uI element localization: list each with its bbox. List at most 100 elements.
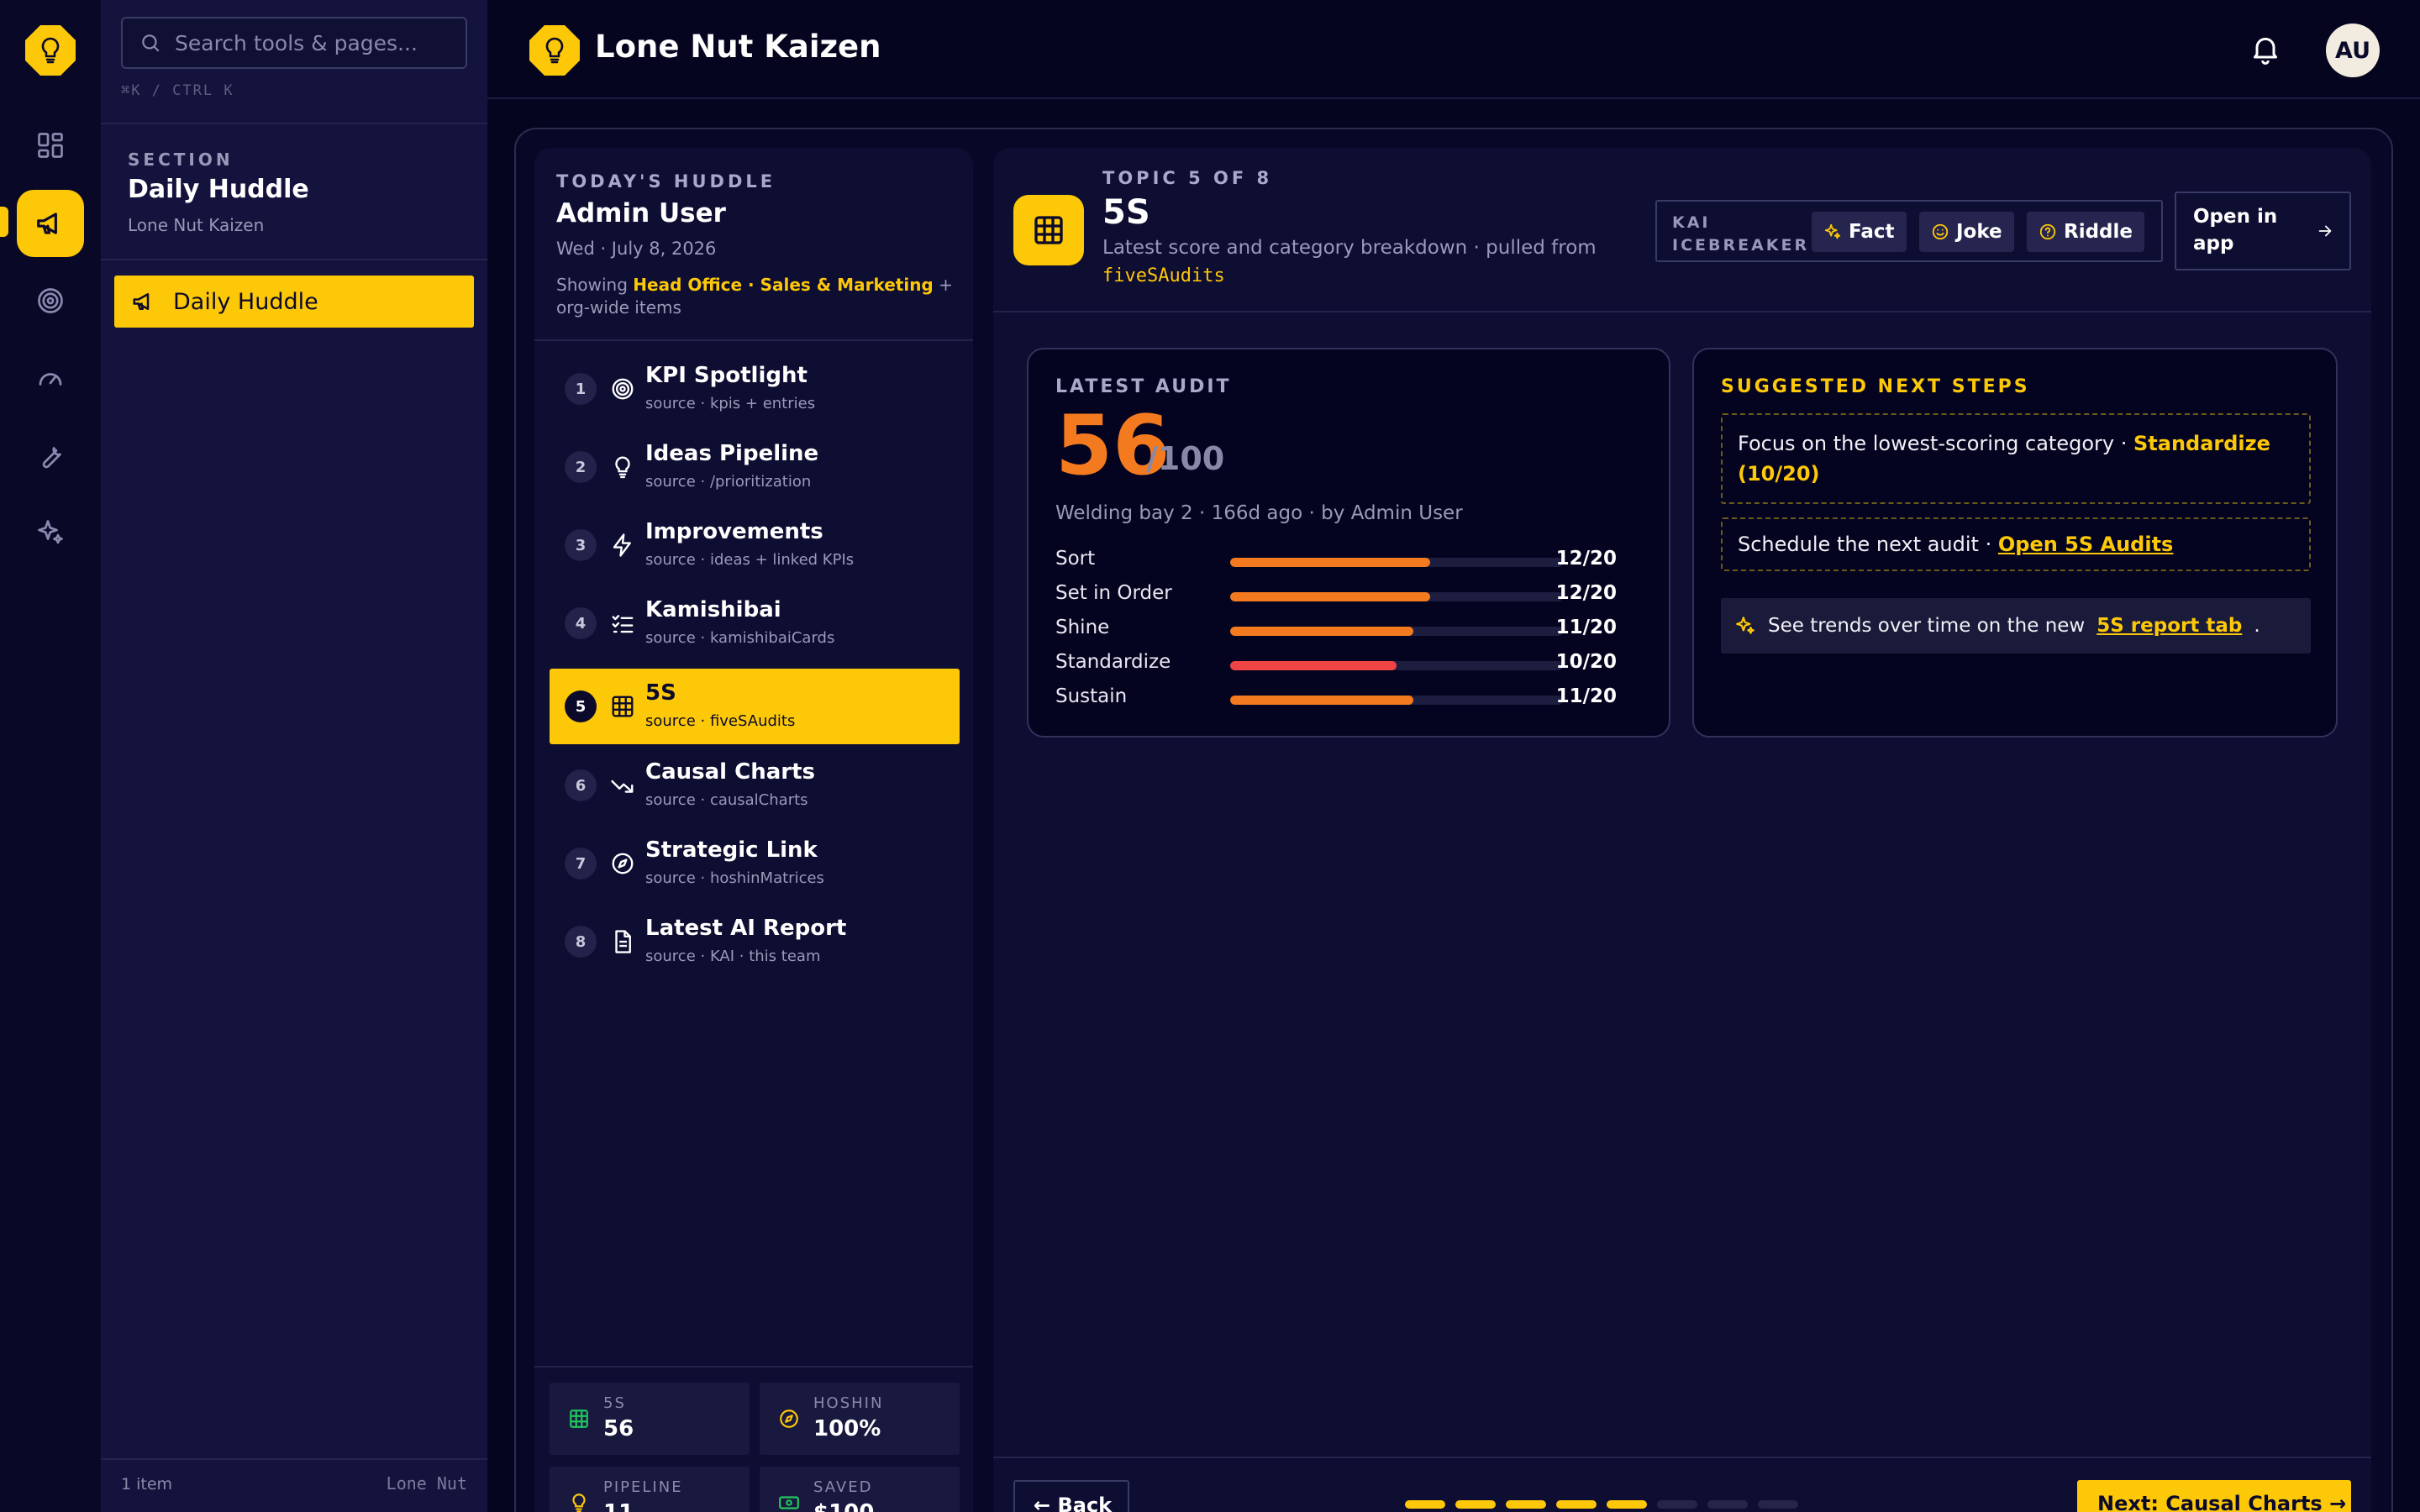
topic-title: Strategic Link <box>645 837 818 863</box>
dashboard-nav-button[interactable] <box>17 112 84 179</box>
cash-icon <box>779 1496 799 1509</box>
topic-description: Latest score and category breakdown · pu… <box>1102 237 1597 259</box>
avatar[interactable]: AU <box>2326 24 2380 77</box>
divider <box>534 339 973 341</box>
grid-icon <box>570 1410 588 1428</box>
notifications-button[interactable] <box>2249 32 2282 66</box>
open-5s-audits-link[interactable]: Open 5S Audits <box>1998 533 2173 556</box>
next-topic-button[interactable]: Next: Causal Charts → <box>2077 1480 2351 1512</box>
trend-down-icon <box>611 780 634 793</box>
active-indicator <box>0 207 8 237</box>
ai-nav-button[interactable] <box>17 499 84 566</box>
tools-nav-button[interactable] <box>17 422 84 489</box>
topic-title: 5S <box>645 680 676 706</box>
targets-nav-button[interactable] <box>17 267 84 334</box>
fact-button[interactable]: Fact <box>1812 212 1907 252</box>
search-icon <box>142 34 160 52</box>
5s-report-tab-link[interactable]: 5S report tab <box>2096 615 2242 637</box>
smile-icon <box>1932 223 1949 240</box>
category-bar-fill <box>1230 592 1430 601</box>
divider <box>993 311 2371 312</box>
category-bar-fill <box>1230 558 1430 567</box>
grid-icon <box>612 696 634 717</box>
progress-dot[interactable] <box>1707 1500 1748 1509</box>
standardize-link[interactable]: Standardize <box>2133 432 2270 455</box>
question-icon <box>2039 223 2056 240</box>
search-input[interactable]: Search tools & pages... <box>175 31 418 55</box>
progress-dot[interactable] <box>1758 1500 1798 1509</box>
topic-item-ideas-pipeline[interactable]: 2 Ideas Pipeline source · /prioritizatio… <box>550 429 960 505</box>
sparkle-icon <box>1736 617 1754 634</box>
compass-icon <box>780 1410 798 1428</box>
sidebar: Search tools & pages... ⌘K / CTRL K SECT… <box>101 0 487 1512</box>
category-value: 12/20 <box>1555 582 1617 604</box>
topic-number: 5 <box>565 690 597 722</box>
trend-hint: See trends over time on the new 5S repor… <box>1721 598 2311 654</box>
category-bar-fill <box>1230 696 1413 705</box>
stat-card-5s: 5S 56 <box>550 1383 750 1455</box>
progress-dot[interactable] <box>1405 1500 1445 1509</box>
progress-dot[interactable] <box>1556 1500 1597 1509</box>
gauge-nav-button[interactable] <box>17 344 84 412</box>
progress-dot[interactable] <box>1506 1500 1546 1509</box>
topic-number: 1 <box>565 373 597 405</box>
topic-source: source · kpis + entries <box>645 395 816 412</box>
sidebar-item-daily-huddle[interactable]: Daily Huddle <box>114 276 474 328</box>
megaphone-icon <box>37 213 57 234</box>
stat-label: SAVED <box>813 1478 873 1496</box>
search-box[interactable]: Search tools & pages... <box>121 17 467 69</box>
section-label: SECTION <box>128 150 234 170</box>
joke-button[interactable]: Joke <box>1919 212 2014 252</box>
category-row-shine: Shine 11/20 <box>1055 617 1644 643</box>
topic-item-improvements[interactable]: 3 Improvements source · ideas + linked K… <box>550 507 960 583</box>
huddle-nav-button[interactable] <box>17 190 84 257</box>
category-bar-track <box>1230 558 1563 567</box>
riddle-button[interactable]: Riddle <box>2027 212 2145 252</box>
bell-icon <box>2254 37 2277 65</box>
latest-audit-card: LATEST AUDIT 56 /100 Welding bay 2 · 166… <box>1027 348 1670 738</box>
topic-title: Latest AI Report <box>645 916 847 941</box>
sparkle-icon <box>1824 223 1841 239</box>
progress-dot[interactable] <box>1657 1500 1697 1509</box>
category-row-sort: Sort 12/20 <box>1055 548 1644 575</box>
stat-label: HOSHIN <box>813 1394 884 1412</box>
riddle-button-label: Riddle <box>2064 221 2133 243</box>
topic-item-kpi-spotlight[interactable]: 1 KPI Spotlight source · kpis + entries <box>550 351 960 427</box>
topic-item-5s[interactable]: 5 5S source · fiveSAudits <box>550 669 960 744</box>
sidebar-footer-count: 1 item <box>121 1475 173 1494</box>
topic-number: 7 <box>565 848 597 879</box>
logo-icon[interactable] <box>25 25 76 76</box>
progress-dot[interactable] <box>1455 1500 1496 1509</box>
topic-item-kamishibai[interactable]: 4 Kamishibai source · kamishibaiCards <box>550 585 960 661</box>
open-in-app-button[interactable]: Open in app <box>2175 192 2351 270</box>
stat-value: 56 <box>603 1416 634 1441</box>
divider <box>101 123 487 124</box>
progress-dot[interactable] <box>1607 1500 1647 1509</box>
document-icon <box>615 930 631 953</box>
category-name: Standardize <box>1055 651 1171 673</box>
category-value: 10/20 <box>1555 651 1617 673</box>
brand-logo-icon[interactable] <box>529 25 580 76</box>
divider <box>101 1458 487 1460</box>
topic-source: source · /prioritization <box>645 473 812 491</box>
next-step-focus: Focus on the lowest-scoring category · S… <box>1721 413 2311 504</box>
category-bar-fill <box>1230 627 1413 636</box>
category-name: Set in Order <box>1055 582 1172 604</box>
target-icon <box>38 288 63 313</box>
bolt-icon <box>613 533 631 557</box>
next-steps-label: SUGGESTED NEXT STEPS <box>1721 376 2030 397</box>
back-button[interactable]: ← Back <box>1013 1480 1129 1512</box>
page-title: 5S <box>1102 193 1150 232</box>
checklist-icon <box>612 615 634 633</box>
topic-source: source · KAI · this team <box>645 948 821 965</box>
topic-item-causal-charts[interactable]: 6 Causal Charts source · causalCharts <box>550 748 960 823</box>
stat-label: PIPELINE <box>603 1478 683 1496</box>
category-value: 11/20 <box>1555 685 1617 707</box>
topic-item-strategic-link[interactable]: 7 Strategic Link source · hoshinMatrices <box>550 826 960 901</box>
megaphone-icon <box>133 293 150 310</box>
icon-rail <box>0 0 101 1512</box>
trend-end: . <box>2254 615 2260 637</box>
open-in-app-label: Open in app <box>2193 206 2278 255</box>
topic-number: 3 <box>565 529 597 561</box>
topic-item-latest-ai-report[interactable]: 8 Latest AI Report source · KAI · this t… <box>550 904 960 979</box>
